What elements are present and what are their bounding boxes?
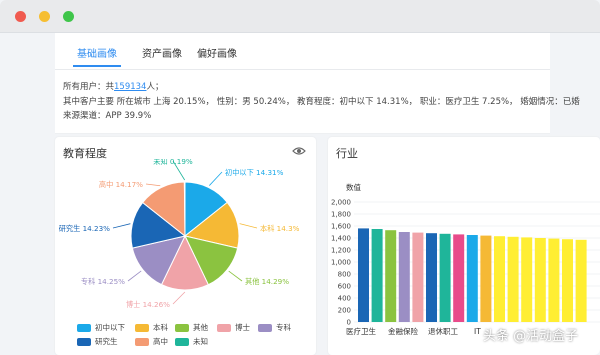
tab-basic-profile[interactable]: 基础画像 (73, 45, 121, 67)
pie-label: 其他 14.29% (245, 277, 289, 286)
pie-leader-line (239, 223, 258, 229)
industry-bar[interactable] (480, 235, 492, 322)
y-tick-label: 1,200 (331, 247, 351, 255)
industry-bar[interactable] (358, 228, 369, 322)
legend-label: 未知 (193, 337, 208, 346)
legend-item[interactable]: 研究生 (77, 336, 118, 347)
x-tick-label: IT (474, 327, 481, 336)
y-tick-label: 1,800 (331, 211, 351, 219)
legend-swatch (77, 324, 91, 332)
y-tick-label: 200 (338, 307, 351, 315)
pie-label: 本科 14.3% (260, 224, 300, 233)
pie-leader-line (228, 270, 243, 282)
industry-bar[interactable] (466, 235, 478, 322)
legend-label: 高中 (153, 337, 168, 346)
industry-bar[interactable] (521, 237, 533, 322)
y-tick-label: 400 (338, 295, 351, 303)
industry-title: 行业 (336, 147, 358, 160)
industry-bar[interactable] (548, 238, 560, 322)
pie-label: 初中以下 14.31% (225, 168, 284, 177)
industry-bar[interactable] (398, 232, 410, 322)
watermark-text: 头条 @活动盒子 (483, 329, 579, 344)
y-tick-label: 600 (338, 283, 351, 291)
pie-label: 未知 0.19% (153, 159, 193, 166)
industry-bar[interactable] (507, 236, 519, 322)
legend-item[interactable]: 专科 (258, 322, 291, 333)
user-count-suffix: 人； (146, 82, 164, 92)
industry-panel: 行业 数值 2,000 1,800 1,600 1,400 1,200 1,000 800 60… (328, 137, 600, 355)
y-tick-label: 1,400 (331, 235, 351, 243)
education-pie-chart: 初中以下 14.31% 本科 14.3% 其他 14.29% 博士 14.26% 专科 … (59, 159, 300, 309)
industry-bar[interactable] (494, 236, 505, 322)
legend-item[interactable]: 本科 (135, 322, 168, 333)
industry-bar[interactable] (534, 238, 546, 322)
app-window: 基础画像 资产画像 偏好画像 所有用户：共159134人； 其中客户主要 所在城… (0, 0, 600, 355)
pie-slice[interactable] (183, 181, 186, 237)
user-count-line: 所有用户：共159134人； (63, 80, 163, 92)
legend-item[interactable]: 未知 (175, 336, 208, 347)
legend-swatch (135, 338, 149, 346)
legend-swatch (217, 324, 231, 332)
pie-leader-line (145, 183, 161, 187)
legend-swatch (135, 324, 149, 332)
x-tick-label: 金融保险 (388, 326, 418, 336)
industry-bar[interactable] (385, 230, 397, 322)
legend-item[interactable]: 初中以下 (77, 322, 125, 333)
maximize-window-icon[interactable] (63, 11, 74, 22)
pie-label: 高中 14.17% (99, 180, 143, 189)
y-tick-label: 1,000 (331, 259, 351, 267)
legend-label: 专科 (276, 323, 291, 332)
legend-label: 初中以下 (95, 323, 125, 332)
tab-preference-profile[interactable]: 偏好画像 (197, 45, 237, 60)
eye-icon[interactable] (292, 146, 306, 156)
legend-label: 博士 (235, 323, 250, 332)
pie-leader-line (209, 171, 223, 186)
x-tick-label: 医疗卫生 (346, 326, 376, 336)
industry-bar[interactable] (412, 232, 424, 322)
legend-item[interactable]: 高中 (135, 336, 168, 347)
legend-item[interactable]: 其他 (175, 322, 208, 333)
source-channel-line: 来源渠道：APP 39.9% (63, 111, 152, 121)
pie-label: 专科 14.25% (81, 277, 125, 286)
legend-swatch (175, 324, 189, 332)
window-titlebar (0, 0, 600, 33)
profile-summary-card: 基础画像 资产画像 偏好画像 所有用户：共159134人； 其中客户主要 所在城… (55, 33, 580, 134)
legend-label: 本科 (153, 323, 168, 332)
industry-bar[interactable] (439, 233, 451, 322)
legend-swatch (77, 338, 91, 346)
industry-bar[interactable] (371, 229, 383, 322)
y-tick-label: 2,000 (331, 199, 351, 207)
legend-swatch (258, 324, 272, 332)
close-window-icon[interactable] (15, 11, 26, 22)
pie-leader-line (172, 291, 186, 305)
industry-bar[interactable] (453, 234, 465, 322)
x-tick-label: 退休职工 (428, 326, 458, 336)
y-axis-label: 数值 (346, 182, 361, 192)
user-count-link[interactable]: 159134 (114, 82, 146, 92)
legend-label: 研究生 (95, 337, 118, 346)
tab-asset-profile[interactable]: 资产画像 (142, 45, 182, 60)
industry-bar[interactable] (575, 239, 587, 322)
education-panel: 教育程度 初中以下 14.31% 本科 14.3% 其他 14.29% 博士 14.2… (55, 137, 316, 355)
user-count-prefix: 所有用户：共 (63, 82, 115, 92)
pie-label: 研究生 14.23% (59, 224, 110, 233)
minimize-window-icon[interactable] (39, 11, 50, 22)
legend-label: 其他 (193, 323, 208, 332)
industry-bar[interactable] (562, 239, 573, 322)
legend-item[interactable]: 博士 (217, 322, 250, 333)
pie-leader-line (112, 223, 131, 229)
pie-leader-line (127, 270, 142, 282)
y-tick-label: 1,600 (331, 223, 351, 231)
profile-tabs: 基础画像 资产画像 偏好画像 (55, 33, 550, 70)
industry-bar[interactable] (426, 233, 437, 322)
y-tick-label: 0 (347, 319, 351, 327)
customer-summary-line: 其中客户主要 所在城市 上海 20.15%， 性别：男 50.24%， 教育程度… (63, 97, 580, 107)
y-tick-label: 800 (338, 271, 351, 279)
legend-swatch (175, 338, 189, 346)
pie-label: 博士 14.26% (126, 300, 170, 309)
